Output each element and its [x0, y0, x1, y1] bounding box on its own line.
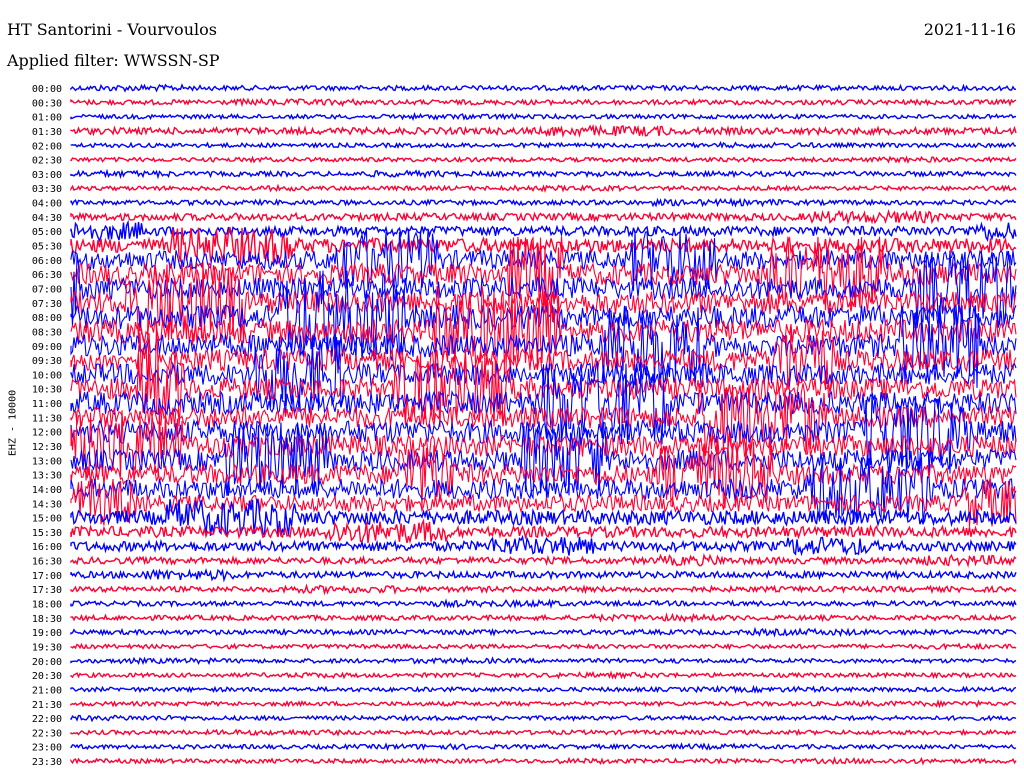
time-label: 22:30: [32, 728, 62, 739]
trace-1100: [70, 359, 1017, 445]
trace-0030: [70, 97, 1017, 108]
time-label: 19:30: [32, 643, 62, 654]
time-label: 09:30: [32, 356, 62, 367]
seismogram-plot: 00:00 00:30 01:00 01:30 02:00 02:30 03:00 03:30…: [32, 83, 1017, 768]
time-label: 02:30: [32, 156, 62, 167]
trace-0430: [70, 208, 1017, 226]
trace-0000: [70, 83, 1017, 93]
time-label: 14:00: [32, 485, 62, 496]
trace-2230: [70, 728, 1017, 737]
time-label: 05:30: [32, 242, 62, 253]
time-label: 19:00: [32, 628, 62, 639]
time-label: 23:30: [32, 757, 62, 768]
trace-1600: [70, 534, 1017, 557]
time-label: 13:30: [32, 471, 62, 482]
time-label: 18:00: [32, 600, 62, 611]
trace-0330: [70, 183, 1017, 194]
time-label: 21:00: [32, 685, 62, 696]
trace-1830: [70, 612, 1017, 624]
time-label: 05:00: [32, 227, 62, 238]
trace-0100: [70, 111, 1017, 122]
time-label: 16:30: [32, 557, 62, 568]
time-label: 14:30: [32, 499, 62, 510]
trace-1900: [70, 626, 1017, 638]
time-label: 00:30: [32, 98, 62, 109]
time-label: 04:30: [32, 213, 62, 224]
trace-2330: [70, 756, 1017, 766]
trace-0230: [70, 155, 1017, 165]
trace-1700: [70, 568, 1017, 583]
time-label: 15:00: [32, 514, 62, 525]
seismogram-page: HT Santorini - Vourvoulos 2021-11-16 App…: [0, 0, 1024, 780]
trace-0130: [70, 123, 1017, 138]
time-label: 16:00: [32, 542, 62, 553]
trace-1730: [70, 583, 1017, 596]
trace-2030: [70, 670, 1017, 680]
trace-2000: [70, 656, 1017, 666]
time-label: 18:30: [32, 614, 62, 625]
time-label: 17:00: [32, 571, 62, 582]
time-label: 15:30: [32, 528, 62, 539]
trace-2100: [70, 684, 1017, 695]
trace-2300: [70, 742, 1017, 752]
time-label: 06:30: [32, 270, 62, 281]
time-label: 07:30: [32, 299, 62, 310]
time-label: 22:00: [32, 714, 62, 725]
trace-1930: [70, 642, 1017, 651]
trace-0400: [70, 197, 1017, 208]
time-label: 01:30: [32, 127, 62, 138]
trace-2200: [70, 714, 1017, 723]
row-label-group: 00:00 00:30 01:00 01:30 02:00 02:30 03:00 03:30…: [32, 84, 62, 768]
time-label: 20:30: [32, 671, 62, 682]
time-label: 09:00: [32, 342, 62, 353]
time-label: 03:00: [32, 170, 62, 181]
trace-2130: [70, 699, 1017, 709]
trace-0200: [70, 140, 1017, 150]
time-label: 17:30: [32, 585, 62, 596]
time-label: 12:00: [32, 428, 62, 439]
time-label: 00:00: [32, 84, 62, 95]
time-label: 10:30: [32, 385, 62, 396]
trace-1800: [70, 598, 1017, 610]
time-label: 12:30: [32, 442, 62, 453]
time-label: 11:00: [32, 399, 62, 410]
time-label: 13:00: [32, 456, 62, 467]
time-label: 10:00: [32, 370, 62, 381]
time-label: 21:30: [32, 700, 62, 711]
time-label: 01:00: [32, 113, 62, 124]
trace-group: [70, 83, 1017, 766]
trace-1630: [70, 553, 1017, 568]
time-label: 06:00: [32, 256, 62, 267]
time-label: 08:30: [32, 327, 62, 338]
time-label: 20:00: [32, 657, 62, 668]
time-label: 03:30: [32, 184, 62, 195]
time-label: 04:00: [32, 199, 62, 210]
trace-1030: [70, 350, 1017, 428]
time-label: 23:00: [32, 743, 62, 754]
time-label: 11:30: [32, 413, 62, 424]
time-label: 07:00: [32, 285, 62, 296]
time-label: 08:00: [32, 313, 62, 324]
time-label: 02:00: [32, 141, 62, 152]
trace-0300: [70, 168, 1017, 180]
